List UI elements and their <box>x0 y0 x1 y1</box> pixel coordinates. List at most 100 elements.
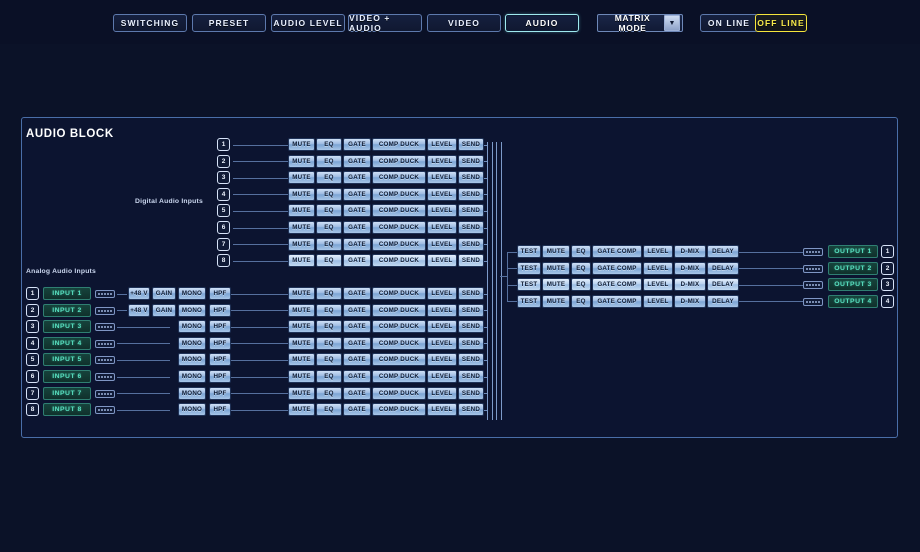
analog-level-button[interactable]: LEVEL <box>427 337 457 350</box>
analog-eq-button[interactable]: EQ <box>316 387 342 400</box>
analog-mute-button[interactable]: MUTE <box>288 387 315 400</box>
digital-comp-duck-button[interactable]: COMP DUCK <box>372 204 426 217</box>
digital-gate-button[interactable]: GATE <box>343 188 371 201</box>
analog-level-button[interactable]: LEVEL <box>427 387 457 400</box>
analog-gate-button[interactable]: GATE <box>343 403 371 416</box>
analog-input-name[interactable]: INPUT 3 <box>43 320 91 333</box>
digital-mute-button[interactable]: MUTE <box>288 238 315 251</box>
output-level-button[interactable]: LEVEL <box>643 278 673 291</box>
analog-comp-duck-button[interactable]: COMP DUCK <box>372 403 426 416</box>
digital-input-number[interactable]: 6 <box>217 221 230 234</box>
analog-eq-button[interactable]: EQ <box>316 403 342 416</box>
output-level-button[interactable]: LEVEL <box>643 295 673 308</box>
digital-send-button[interactable]: SEND <box>458 254 484 267</box>
analog-input-number[interactable]: 6 <box>26 370 39 383</box>
analog-hpf-button[interactable]: HPF <box>209 403 231 416</box>
digital-eq-button[interactable]: EQ <box>316 254 342 267</box>
output-test-button[interactable]: TEST <box>517 295 541 308</box>
digital-eq-button[interactable]: EQ <box>316 204 342 217</box>
output-name[interactable]: OUTPUT 2 <box>828 262 878 275</box>
analog-comp-duck-button[interactable]: COMP DUCK <box>372 337 426 350</box>
digital-level-button[interactable]: LEVEL <box>427 221 457 234</box>
output-gate-comp-button[interactable]: GATE COMP <box>592 262 642 275</box>
analog-gate-button[interactable]: GATE <box>343 287 371 300</box>
analog-level-button[interactable]: LEVEL <box>427 320 457 333</box>
output-d-mix-button[interactable]: D-MIX <box>674 278 706 291</box>
digital-eq-button[interactable]: EQ <box>316 188 342 201</box>
digital-mute-button[interactable]: MUTE <box>288 188 315 201</box>
digital-level-button[interactable]: LEVEL <box>427 155 457 168</box>
online-button[interactable]: ON LINE <box>700 14 758 32</box>
output-mute-button[interactable]: MUTE <box>542 245 570 258</box>
digital-comp-duck-button[interactable]: COMP DUCK <box>372 254 426 267</box>
output-delay-button[interactable]: DELAY <box>707 295 739 308</box>
analog-input-number[interactable]: 1 <box>26 287 39 300</box>
analog-mono-button[interactable]: MONO <box>178 320 206 333</box>
output-gate-comp-button[interactable]: GATE COMP <box>592 295 642 308</box>
analog-48v-button[interactable]: +48 V <box>128 304 150 317</box>
digital-input-number[interactable]: 8 <box>217 254 230 267</box>
analog-send-button[interactable]: SEND <box>458 304 484 317</box>
output-eq-button[interactable]: EQ <box>571 262 591 275</box>
digital-send-button[interactable]: SEND <box>458 171 484 184</box>
analog-send-button[interactable]: SEND <box>458 387 484 400</box>
digital-mute-button[interactable]: MUTE <box>288 138 315 151</box>
digital-level-button[interactable]: LEVEL <box>427 238 457 251</box>
analog-hpf-button[interactable]: HPF <box>209 287 231 300</box>
analog-input-name[interactable]: INPUT 1 <box>43 287 91 300</box>
analog-input-name[interactable]: INPUT 4 <box>43 337 91 350</box>
analog-send-button[interactable]: SEND <box>458 337 484 350</box>
analog-send-button[interactable]: SEND <box>458 403 484 416</box>
analog-gate-button[interactable]: GATE <box>343 304 371 317</box>
digital-comp-duck-button[interactable]: COMP DUCK <box>372 188 426 201</box>
digital-comp-duck-button[interactable]: COMP DUCK <box>372 221 426 234</box>
analog-input-name[interactable]: INPUT 5 <box>43 353 91 366</box>
digital-gate-button[interactable]: GATE <box>343 155 371 168</box>
analog-send-button[interactable]: SEND <box>458 353 484 366</box>
output-eq-button[interactable]: EQ <box>571 245 591 258</box>
output-delay-button[interactable]: DELAY <box>707 245 739 258</box>
matrix-bus-line[interactable] <box>492 142 493 420</box>
output-mute-button[interactable]: MUTE <box>542 295 570 308</box>
digital-gate-button[interactable]: GATE <box>343 171 371 184</box>
analog-eq-button[interactable]: EQ <box>316 287 342 300</box>
output-number[interactable]: 2 <box>881 262 894 275</box>
analog-eq-button[interactable]: EQ <box>316 320 342 333</box>
output-eq-button[interactable]: EQ <box>571 295 591 308</box>
digital-send-button[interactable]: SEND <box>458 204 484 217</box>
analog-mono-button[interactable]: MONO <box>178 304 206 317</box>
output-number[interactable]: 4 <box>881 295 894 308</box>
analog-comp-duck-button[interactable]: COMP DUCK <box>372 320 426 333</box>
output-name[interactable]: OUTPUT 1 <box>828 245 878 258</box>
digital-eq-button[interactable]: EQ <box>316 138 342 151</box>
digital-input-number[interactable]: 4 <box>217 188 230 201</box>
analog-mute-button[interactable]: MUTE <box>288 304 315 317</box>
digital-gate-button[interactable]: GATE <box>343 138 371 151</box>
analog-gate-button[interactable]: GATE <box>343 337 371 350</box>
digital-gate-button[interactable]: GATE <box>343 204 371 217</box>
output-eq-button[interactable]: EQ <box>571 278 591 291</box>
analog-mute-button[interactable]: MUTE <box>288 403 315 416</box>
analog-mute-button[interactable]: MUTE <box>288 287 315 300</box>
analog-mono-button[interactable]: MONO <box>178 403 206 416</box>
analog-hpf-button[interactable]: HPF <box>209 337 231 350</box>
analog-input-name[interactable]: INPUT 7 <box>43 387 91 400</box>
output-number[interactable]: 1 <box>881 245 894 258</box>
analog-level-button[interactable]: LEVEL <box>427 403 457 416</box>
output-test-button[interactable]: TEST <box>517 262 541 275</box>
digital-input-number[interactable]: 3 <box>217 171 230 184</box>
analog-comp-duck-button[interactable]: COMP DUCK <box>372 304 426 317</box>
analog-hpf-button[interactable]: HPF <box>209 370 231 383</box>
output-name[interactable]: OUTPUT 3 <box>828 278 878 291</box>
digital-gate-button[interactable]: GATE <box>343 254 371 267</box>
digital-level-button[interactable]: LEVEL <box>427 171 457 184</box>
digital-level-button[interactable]: LEVEL <box>427 204 457 217</box>
analog-hpf-button[interactable]: HPF <box>209 320 231 333</box>
analog-comp-duck-button[interactable]: COMP DUCK <box>372 353 426 366</box>
output-gate-comp-button[interactable]: GATE COMP <box>592 245 642 258</box>
tab-switching[interactable]: SWITCHING <box>113 14 187 32</box>
digital-gate-button[interactable]: GATE <box>343 221 371 234</box>
digital-mute-button[interactable]: MUTE <box>288 171 315 184</box>
digital-eq-button[interactable]: EQ <box>316 171 342 184</box>
digital-level-button[interactable]: LEVEL <box>427 188 457 201</box>
